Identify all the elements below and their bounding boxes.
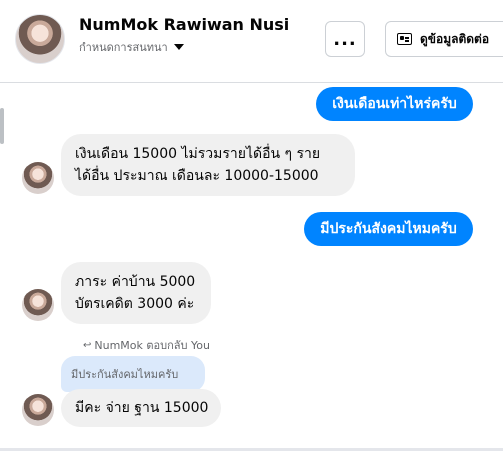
incoming-message[interactable]: เงินเดือน 15000 ไม่รวมรายได้อื่น ๆ ราย ไ…	[61, 134, 355, 196]
contact-avatar[interactable]	[15, 14, 65, 64]
message-line: ได้อื่น ประมาณ เดือนละ 10000-15000	[75, 168, 319, 184]
quoted-text: มีประกันสังคมไหมครับ	[71, 368, 179, 381]
chevron-down-icon	[173, 44, 184, 50]
reply-note: ↩ NumMok ตอบกลับ You	[83, 336, 210, 354]
view-contact-info-button[interactable]: ดูข้อมูลติดต่อ	[385, 21, 503, 57]
outgoing-message[interactable]: เงินเดือนเท่าไหร่ครับ	[316, 87, 473, 121]
contact-card-icon	[397, 33, 412, 45]
reply-arrow-icon: ↩	[83, 339, 92, 351]
more-options-button[interactable]: ...	[325, 21, 365, 57]
quoted-message[interactable]: มีประกันสังคมไหมครับ	[61, 356, 205, 392]
chat-window: NumMok Rawiwan Nusi กำหนดการสนทนา ... ดู…	[0, 0, 503, 451]
sender-avatar[interactable]	[22, 289, 54, 321]
message-text: เงินเดือนเท่าไหร่ครับ	[332, 96, 457, 112]
contact-name[interactable]: NumMok Rawiwan Nusi	[79, 15, 289, 34]
more-icon: ...	[333, 28, 357, 50]
subtitle-label: กำหนดการสนทนา	[79, 41, 168, 54]
chat-header: NumMok Rawiwan Nusi กำหนดการสนทนา ... ดู…	[0, 0, 503, 83]
message-line: เงินเดือน 15000 ไม่รวมรายได้อื่น ๆ ราย	[75, 146, 321, 162]
incoming-message[interactable]: มีคะ จ่าย ฐาน 15000	[61, 389, 221, 427]
sender-avatar[interactable]	[22, 162, 54, 194]
conversation-schedule-dropdown[interactable]: กำหนดการสนทนา	[79, 38, 184, 56]
incoming-message[interactable]: ภาระ ค่าบ้าน 5000 บัตรเคดิต 3000 ค่ะ	[61, 262, 211, 324]
message-line: บัตรเคดิต 3000 ค่ะ	[75, 296, 195, 312]
view-contact-info-label: ดูข้อมูลติดต่อ	[420, 31, 490, 46]
scroll-indicator[interactable]	[0, 108, 4, 144]
reply-note-text: NumMok ตอบกลับ You	[94, 339, 210, 352]
outgoing-message[interactable]: มีประกันสังคมไหมครับ	[304, 212, 473, 246]
sender-avatar[interactable]	[22, 394, 54, 426]
message-text: มีคะ จ่าย ฐาน 15000	[75, 400, 209, 416]
message-text: มีประกันสังคมไหมครับ	[320, 221, 457, 237]
message-line: ภาระ ค่าบ้าน 5000	[75, 274, 196, 290]
